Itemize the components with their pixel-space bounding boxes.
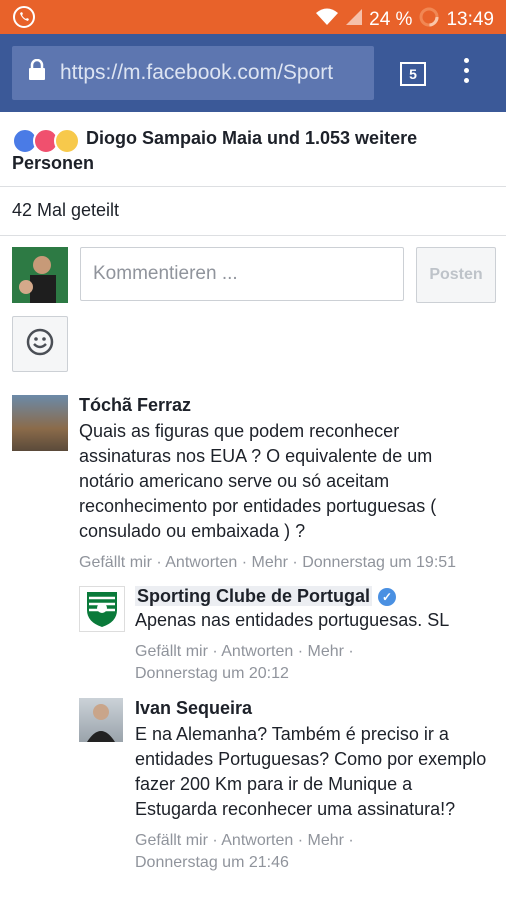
shares-count[interactable]: 42 Mal geteilt — [0, 186, 506, 236]
emoji-button[interactable] — [12, 316, 68, 372]
tab-switcher-button[interactable]: 5 — [400, 62, 426, 86]
more-link[interactable]: Mehr — [252, 554, 288, 571]
wifi-icon — [315, 7, 339, 33]
battery-text: 24 % — [369, 9, 413, 30]
signal-icon — [345, 8, 363, 32]
comment-author[interactable]: Ivan Sequeira — [135, 698, 495, 719]
reply-link[interactable]: Antworten — [221, 832, 293, 849]
more-link[interactable]: Mehr — [308, 832, 344, 849]
browser-toolbar: https://m.facebook.com/Sport 5 — [0, 34, 506, 112]
url-field[interactable]: https://m.facebook.com/Sport — [12, 46, 374, 100]
status-bar: 24 % 13:49 — [0, 0, 506, 34]
overflow-menu-icon[interactable] — [464, 58, 469, 88]
smiley-icon — [26, 328, 54, 361]
comment-text: Quais as figuras que podem reconhecer as… — [79, 421, 437, 541]
comment: Tóchã Ferraz Quais as figuras que podem … — [79, 395, 489, 574]
url-text: https://m.facebook.com/Sport — [60, 61, 334, 84]
comment-composer: Posten — [0, 235, 506, 384]
clock-text: 13:49 — [446, 9, 494, 30]
reply-comment: Ivan Sequeira E na Alemanha? Também é pr… — [135, 698, 495, 874]
reply-comment: Sporting Clube de Portugal ✓ Apenas nas e… — [135, 586, 495, 685]
comment-actions: Gefällt mir · Antworten · Mehr · Donners… — [79, 554, 457, 571]
comment-author[interactable]: Tóchã Ferraz — [79, 395, 489, 416]
comment-timestamp[interactable]: Donnerstag um 21:46 — [135, 854, 289, 871]
comment-timestamp[interactable]: Donnerstag um 20:12 — [135, 665, 289, 682]
comment-input[interactable] — [80, 247, 404, 301]
comment-actions: Gefällt mir · Antworten · Mehr · Donners… — [135, 832, 354, 871]
avatar[interactable] — [79, 586, 125, 632]
whatsapp-icon — [12, 5, 36, 34]
like-link[interactable]: Gefällt mir — [135, 832, 208, 849]
like-link[interactable]: Gefällt mir — [135, 643, 208, 660]
verified-badge-icon: ✓ — [378, 588, 396, 607]
comment-text: Apenas nas entidades portuguesas. SL — [135, 610, 450, 630]
battery-icon — [418, 6, 440, 34]
comment-author[interactable]: Sporting Clube de Portugal — [135, 586, 372, 606]
reactions-summary[interactable]: Diogo Sampaio Maia und 1.053 weitere Per… — [0, 112, 506, 187]
post-button[interactable]: Posten — [416, 247, 496, 303]
reply-link[interactable]: Antworten — [165, 554, 237, 571]
shares-text: 42 Mal geteilt — [12, 200, 120, 220]
reactions-text: Diogo Sampaio Maia und 1.053 weitere Per… — [12, 128, 418, 173]
more-link[interactable]: Mehr — [308, 643, 344, 660]
like-link[interactable]: Gefällt mir — [79, 554, 152, 571]
avatar[interactable] — [12, 395, 68, 451]
comments-list: Tóchã Ferraz Quais as figuras que podem … — [0, 383, 506, 900]
lock-icon — [28, 58, 46, 87]
reply-link[interactable]: Antworten — [221, 643, 293, 660]
avatar[interactable] — [79, 698, 123, 742]
comment-timestamp[interactable]: Donnerstag um 19:51 — [302, 554, 456, 571]
user-avatar — [12, 247, 68, 303]
comment-text: E na Alemanha? Também é preciso ir a ent… — [135, 724, 487, 819]
comment-actions: Gefällt mir · Antworten · Mehr · Donners… — [135, 643, 354, 682]
